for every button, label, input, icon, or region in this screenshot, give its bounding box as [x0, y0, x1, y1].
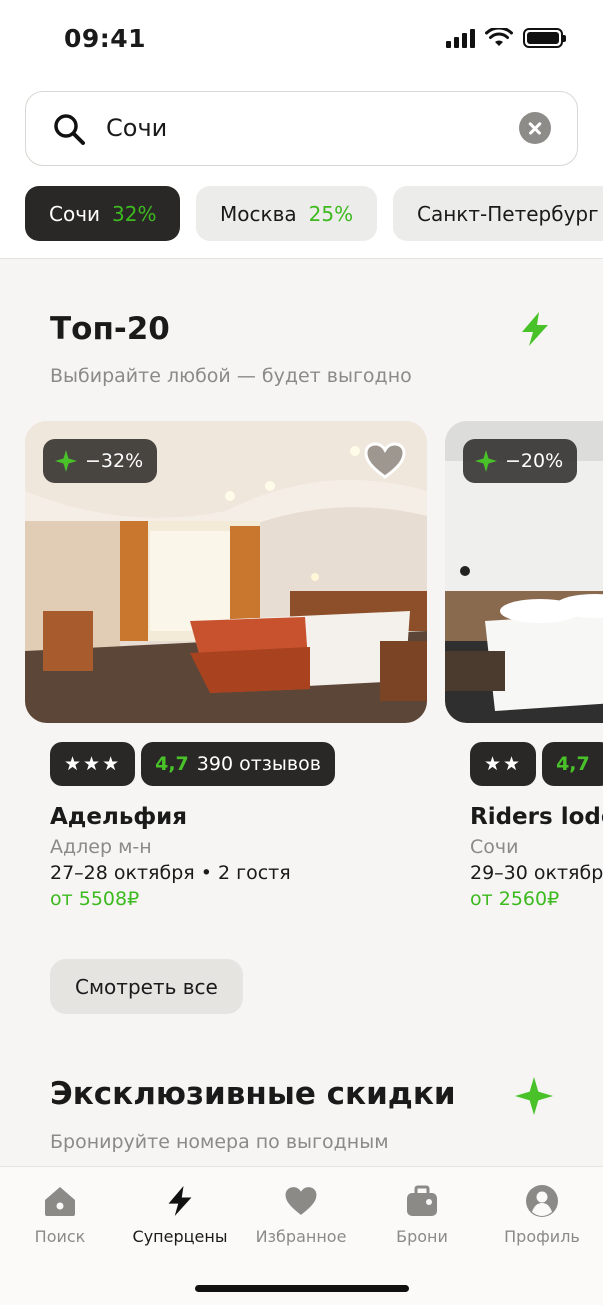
lightning-icon: [168, 1186, 192, 1216]
discount-value: −20%: [505, 450, 564, 472]
wifi-icon: [485, 28, 513, 46]
rating-badge: 4,7: [542, 742, 603, 786]
hotel-photo[interactable]: −20%: [445, 421, 603, 723]
chip-sochi[interactable]: Сочи 32%: [25, 186, 181, 241]
top-header: 09:41 Сочи Сочи 32% Москва 25% Санкт-Петер…: [0, 0, 603, 259]
tab-label: Брони: [396, 1227, 448, 1246]
chip-label: Сочи: [49, 201, 101, 226]
tab-search[interactable]: Поиск: [0, 1183, 120, 1246]
heart-icon: [285, 1187, 317, 1215]
rating-value: 4,7: [155, 753, 189, 775]
discount-badge: −32%: [43, 439, 158, 483]
chip-moskva[interactable]: Москва 25%: [196, 186, 378, 241]
see-all-button[interactable]: Смотреть все: [50, 959, 243, 1014]
tab-favorites[interactable]: Избранное: [241, 1183, 361, 1246]
tab-label: Избранное: [255, 1227, 347, 1246]
clear-icon[interactable]: [519, 112, 551, 144]
section-subtitle-exclusive: Бронируйте номера по выгодным: [50, 1131, 389, 1153]
hotel-name: Riders lodge: [470, 804, 603, 830]
suitcase-icon: [407, 1185, 437, 1216]
hotel-location: Адлер м-н: [50, 836, 152, 858]
hotel-dates: 29–30 октября: [470, 862, 603, 884]
tab-bookings[interactable]: Брони: [362, 1183, 482, 1246]
rating-value: 4,7: [556, 753, 590, 775]
reviews-count: 390 отзывов: [196, 753, 321, 775]
chip-spb[interactable]: Санкт-Петербург: [393, 186, 603, 241]
section-title-exclusive: Эксклюзивные скидки: [50, 1076, 456, 1112]
hotel-name: Адельфия: [50, 804, 188, 830]
home-icon: [45, 1187, 75, 1216]
search-field[interactable]: Сочи: [25, 91, 578, 166]
rating-badge: 4,7 390 отзывов: [141, 742, 335, 786]
search-icon: [54, 114, 85, 145]
badges-row: ★★ 4,7: [470, 742, 603, 786]
section-title-top20: Топ-20: [50, 311, 170, 347]
hotel-dates: 27–28 октября • 2 гостя: [50, 862, 291, 884]
tab-bar: Поиск Суперцены Избранное Брони Профиль: [0, 1166, 603, 1305]
sparkle-icon: [475, 450, 497, 472]
tab-superprices[interactable]: Суперцены: [120, 1183, 240, 1246]
discount-badge: −20%: [463, 439, 578, 483]
chip-label: Москва: [220, 201, 297, 226]
stars-badge: ★★★: [50, 742, 136, 786]
tab-label: Поиск: [34, 1227, 86, 1246]
hotel-price: от 2560₽: [470, 888, 560, 910]
chip-label: Санкт-Петербург: [417, 201, 599, 226]
city-chips: Сочи 32% Москва 25% Санкт-Петербург: [25, 186, 603, 242]
discount-value: −32%: [85, 450, 144, 472]
tab-profile[interactable]: Профиль: [482, 1183, 602, 1246]
sparkle-icon: [515, 1077, 553, 1115]
stars-value: ★★: [484, 753, 523, 775]
hotel-location: Сочи: [470, 836, 519, 858]
stars-badge: ★★: [470, 742, 537, 786]
favorite-heart-icon[interactable]: [363, 441, 407, 481]
signal-icon: [446, 28, 475, 48]
section-subtitle-top20: Выбирайте любой — будет выгодно: [50, 365, 412, 387]
home-indicator: [195, 1285, 409, 1292]
status-time: 09:41: [64, 24, 147, 53]
hotel-card[interactable]: −20% ★★ 4,7 Riders lodge Сочи 29–30 октя…: [445, 421, 603, 910]
profile-icon: [526, 1185, 558, 1217]
status-icons: [446, 28, 566, 48]
hotel-card[interactable]: −32% ★★★ 4,7 390 отзывов Адельфия Адлер …: [25, 421, 427, 910]
sparkle-icon: [55, 450, 77, 472]
search-input[interactable]: Сочи: [106, 114, 167, 142]
hotel-photo[interactable]: −32%: [25, 421, 427, 723]
chip-percent: 25%: [308, 201, 354, 226]
tab-label: Профиль: [504, 1227, 580, 1246]
lightning-icon: [522, 312, 548, 346]
tab-label: Суперцены: [132, 1227, 228, 1246]
badges-row: ★★★ 4,7 390 отзывов: [50, 742, 427, 786]
battery-icon: [523, 28, 566, 48]
stars-value: ★★★: [64, 753, 122, 775]
hotel-price: от 5508₽: [50, 888, 140, 910]
chip-percent: 32%: [112, 201, 157, 226]
